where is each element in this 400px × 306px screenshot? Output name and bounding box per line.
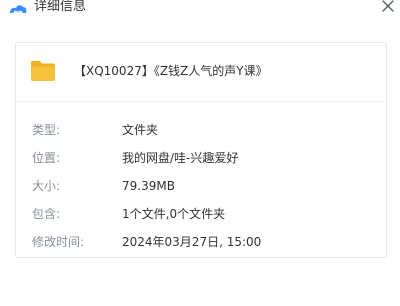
contains-value: 1个文件,0个文件夹 xyxy=(122,207,226,221)
modified-value: 2024年03月27日, 15:00 xyxy=(122,235,262,249)
location-value[interactable]: 我的网盘/哇-兴趣爱好 xyxy=(122,149,238,167)
detail-row-modified: 修改时间: 2024年03月27日, 15:00 xyxy=(32,233,372,251)
details-card: 【XQ10027】《Z钱Z人气的声Y课》 类型: 文件夹 位置: 我的网盘/哇-… xyxy=(15,42,387,258)
location-label: 位置: xyxy=(32,151,61,165)
titlebar: 详细信息 xyxy=(0,0,400,22)
cloud-logo-icon xyxy=(8,0,28,13)
type-value: 文件夹 xyxy=(122,123,159,137)
contains-label: 包含: xyxy=(32,207,61,221)
dialog-title: 详细信息 xyxy=(34,0,87,14)
detail-row-type: 类型: 文件夹 xyxy=(32,121,372,139)
type-label: 类型: xyxy=(32,123,61,137)
size-label: 大小: xyxy=(32,179,61,193)
details-dialog: 详细信息 【XQ10027】《Z钱Z人气的声Y课》 类型: 文件夹 位置: 我的… xyxy=(0,0,400,306)
detail-row-size: 大小: 79.39MB xyxy=(32,177,372,195)
folder-icon xyxy=(30,60,56,82)
detail-row-location: 位置: 我的网盘/哇-兴趣爱好 xyxy=(32,149,372,167)
file-name: 【XQ10027】《Z钱Z人气的声Y课》 xyxy=(74,64,268,78)
size-value: 79.39MB xyxy=(122,179,175,193)
file-header: 【XQ10027】《Z钱Z人气的声Y课》 xyxy=(16,43,386,102)
close-icon[interactable] xyxy=(380,0,396,14)
detail-row-contains: 包含: 1个文件,0个文件夹 xyxy=(32,205,372,223)
modified-label: 修改时间: xyxy=(32,235,85,249)
